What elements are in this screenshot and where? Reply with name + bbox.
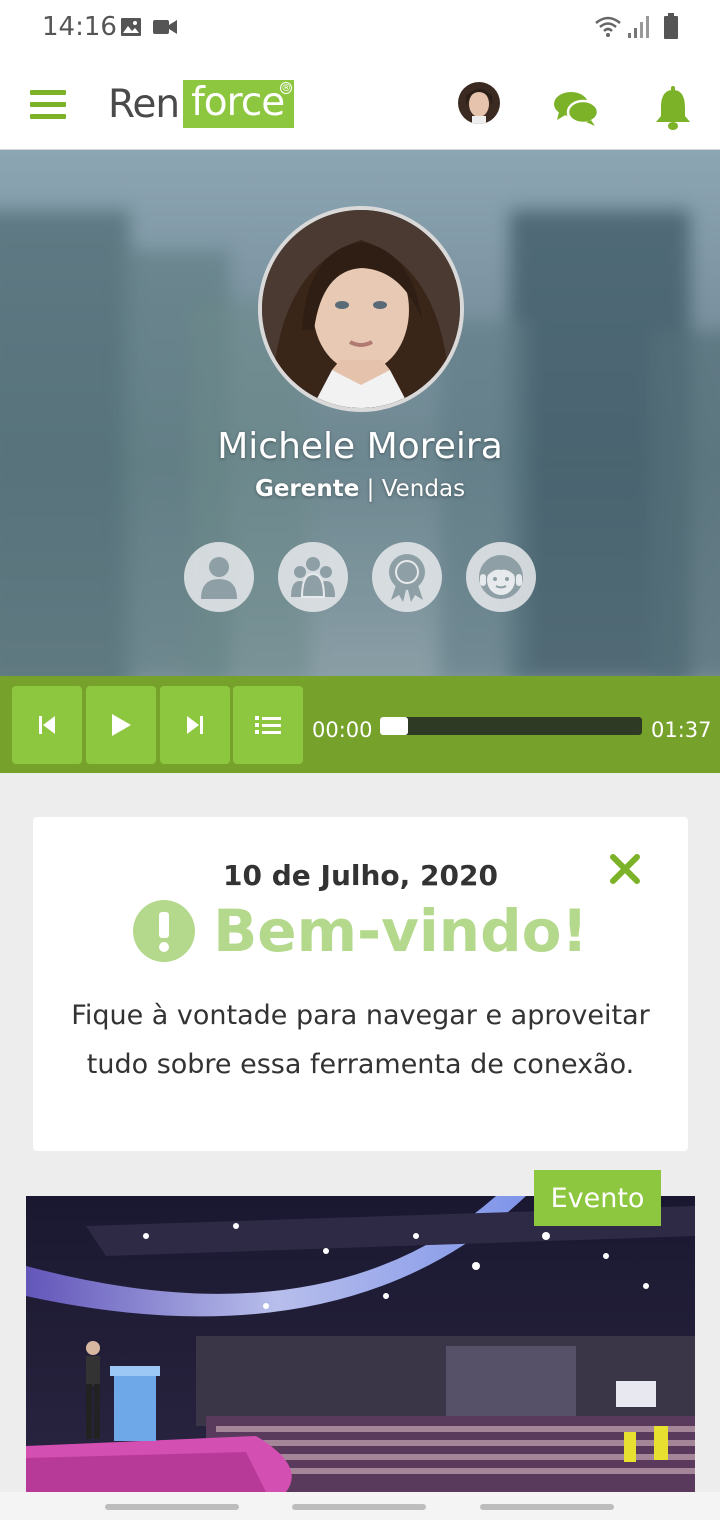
play-button[interactable] (86, 686, 156, 764)
image-icon (120, 16, 142, 43)
profile-role: Gerente | Vendas (0, 476, 720, 502)
background-building (650, 330, 720, 676)
registered-mark: ® (280, 82, 293, 94)
support-button[interactable] (466, 542, 536, 612)
profile-name: Michele Moreira (217, 426, 503, 467)
welcome-title-row: Bem-vindo! (33, 897, 688, 965)
playlist-icon (255, 716, 281, 734)
chat-icon[interactable] (553, 90, 600, 131)
team-button[interactable] (278, 542, 348, 612)
logo-text-force: force ® (183, 80, 295, 128)
menu-icon[interactable] (30, 90, 66, 120)
profile-hero: Michele Moreira Gerente | Vendas (0, 150, 720, 676)
playlist-button[interactable] (233, 686, 303, 764)
signal-icon (628, 15, 650, 44)
progress-thumb[interactable] (380, 717, 408, 735)
battery-icon (664, 13, 678, 44)
profile-button[interactable] (184, 542, 254, 612)
audio-player: 00:00 01:37 (0, 676, 720, 773)
video-camera-icon (153, 19, 177, 40)
welcome-card: 10 de Julho, 2020 Bem-vindo! Fique à von… (33, 817, 688, 1151)
nav-back-button[interactable] (480, 1504, 614, 1510)
nav-home-button[interactable] (292, 1504, 426, 1510)
progress-slider[interactable] (380, 717, 642, 735)
welcome-message: Fique à vontade para navegar e aproveita… (71, 1000, 650, 1080)
duration: 01:37 (651, 718, 712, 742)
welcome-date: 10 de Julho, 2020 (223, 859, 498, 892)
welcome-title: Bem-vindo! (213, 897, 588, 965)
event-image[interactable] (26, 1196, 695, 1492)
app-header: Ren force ® (0, 56, 720, 150)
nav-recent-button[interactable] (105, 1504, 239, 1510)
close-icon[interactable] (609, 853, 641, 890)
group-icon (291, 557, 335, 598)
previous-button[interactable] (12, 686, 82, 764)
avatar[interactable] (458, 82, 500, 124)
user-icon (201, 557, 237, 599)
profile-photo[interactable] (258, 206, 464, 412)
exclamation-icon (133, 900, 196, 962)
role-separator: | (366, 476, 375, 502)
award-icon (389, 554, 425, 602)
current-time: 00:00 (312, 718, 373, 742)
skip-back-icon (39, 716, 55, 734)
achievements-button[interactable] (372, 542, 442, 612)
wifi-icon (594, 15, 622, 44)
profile-position: Gerente (254, 476, 360, 502)
logo-text-ren: Ren (108, 82, 180, 127)
renforce-logo[interactable]: Ren force ® (108, 78, 295, 128)
system-nav-bar (0, 1492, 720, 1520)
skip-forward-icon (187, 716, 203, 734)
play-icon (112, 714, 131, 736)
support-agent-icon (479, 555, 523, 599)
bell-icon[interactable] (654, 86, 692, 135)
status-time: 14:16 (42, 12, 117, 42)
next-button[interactable] (160, 686, 230, 764)
profile-department: Vendas (381, 476, 466, 502)
event-tag[interactable]: Evento (534, 1170, 661, 1226)
status-bar: 14:16 (0, 0, 720, 56)
